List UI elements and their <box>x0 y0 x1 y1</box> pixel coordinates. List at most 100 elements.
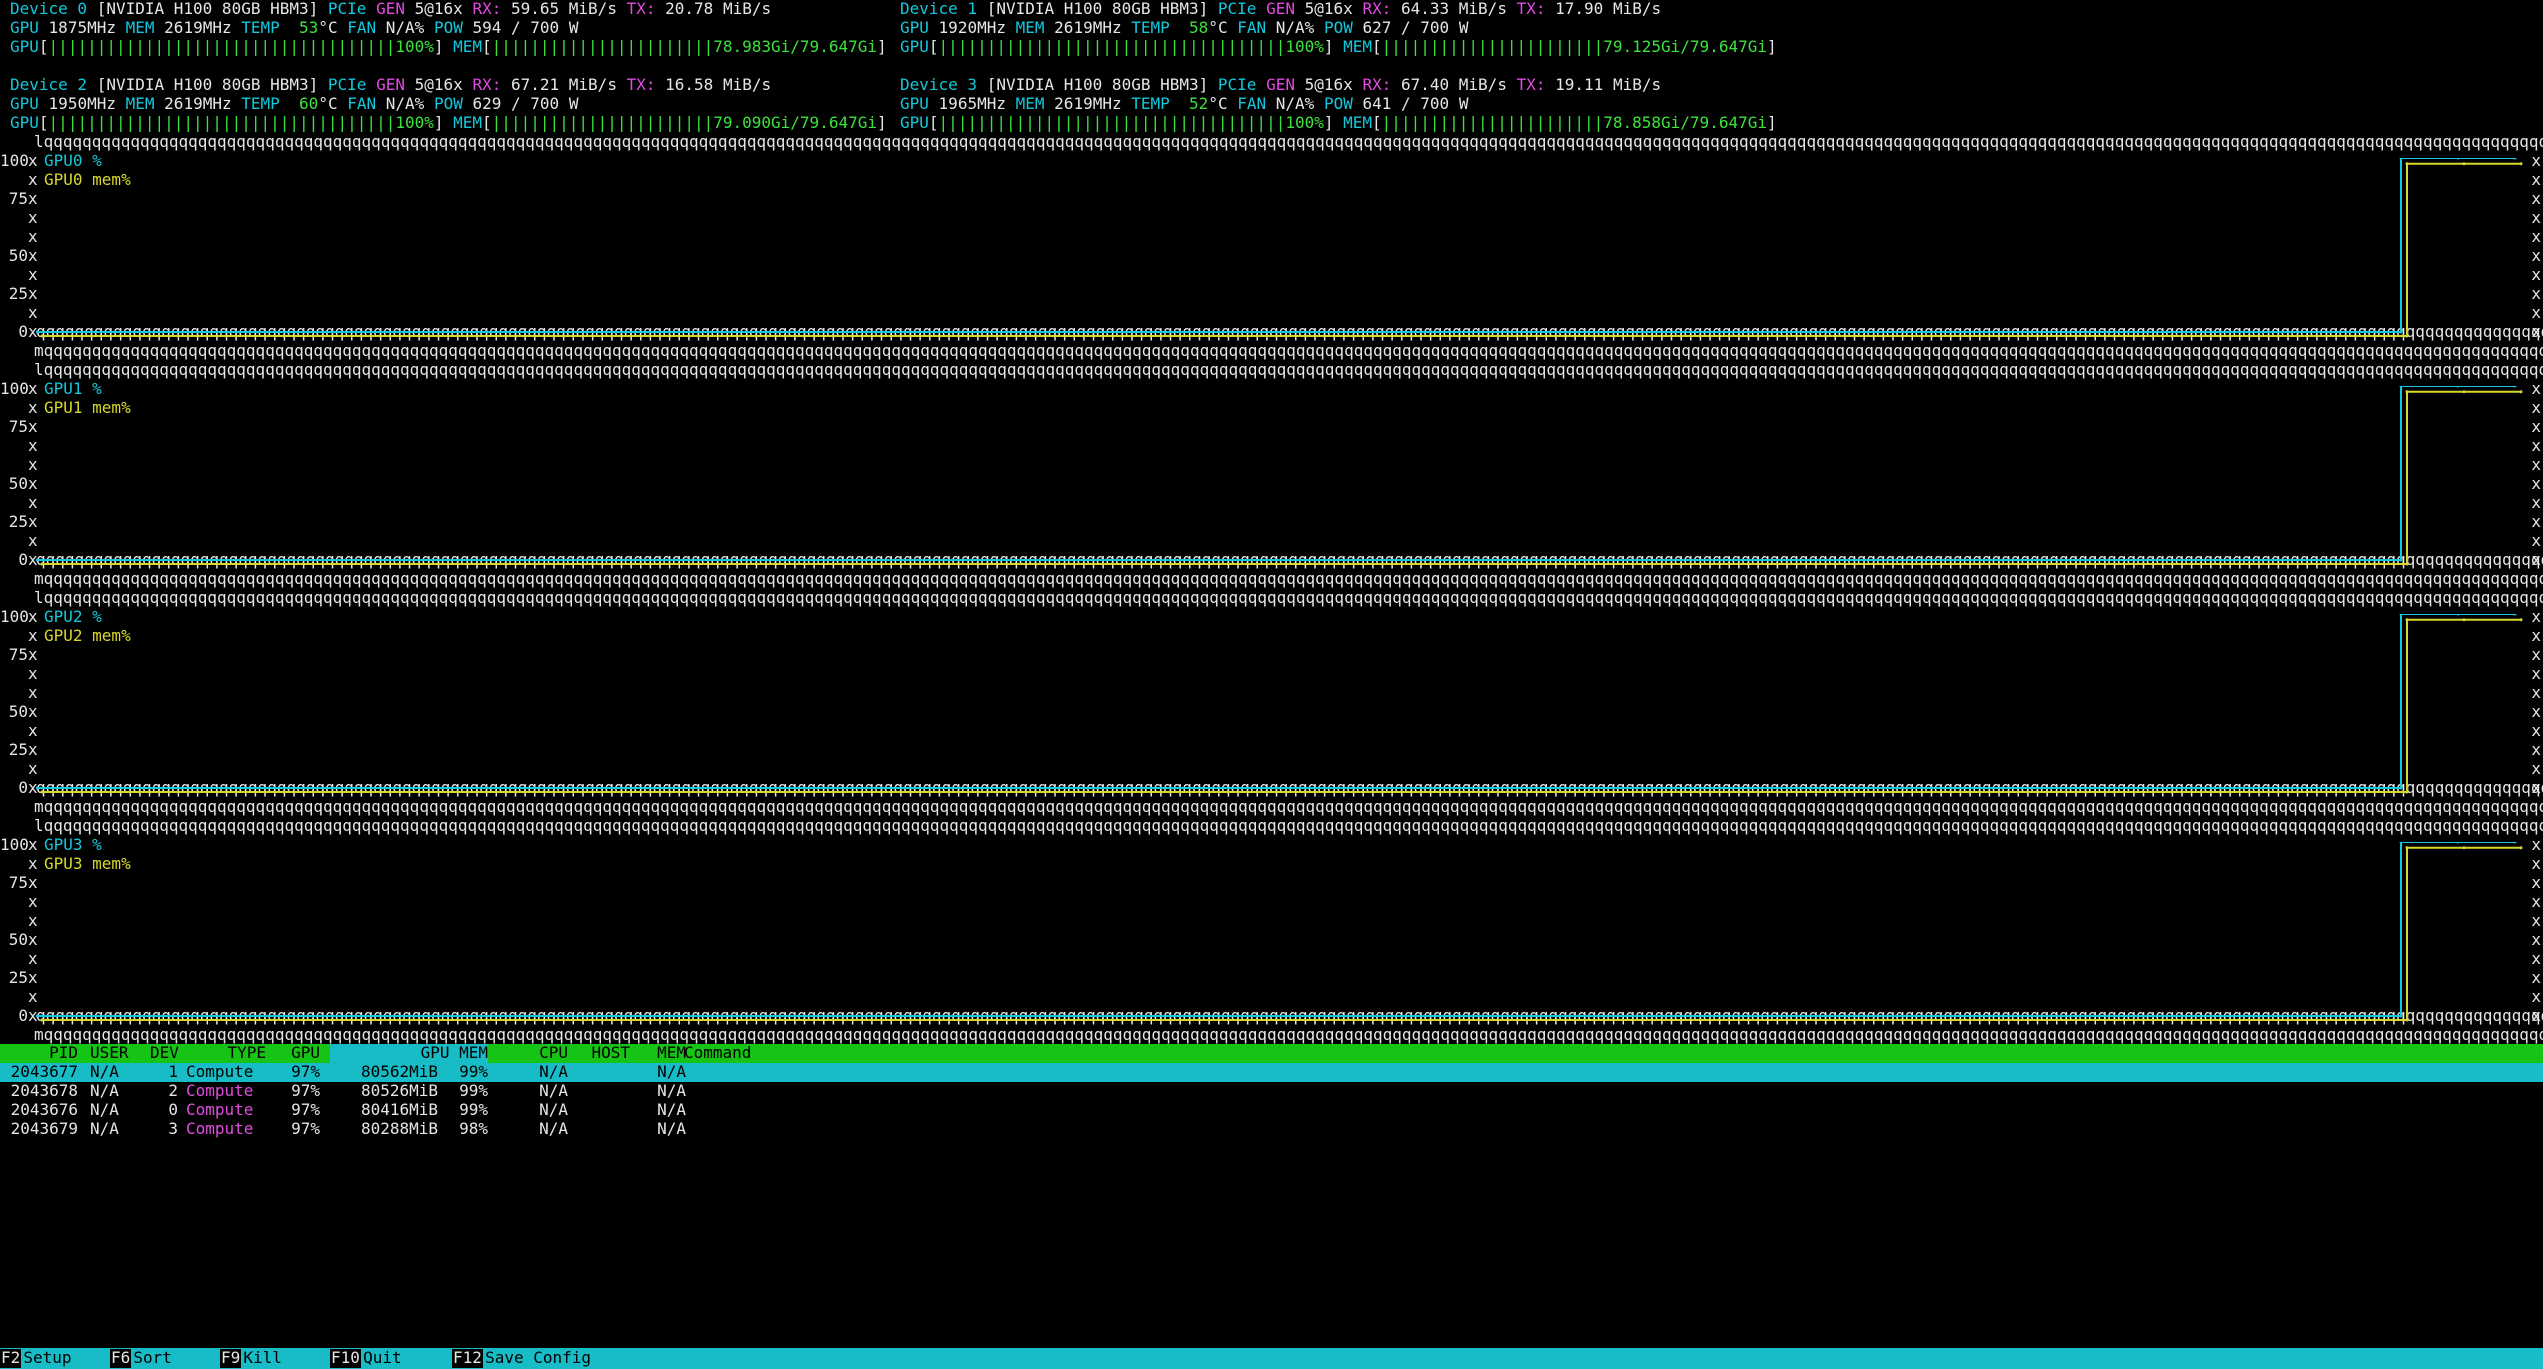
col-gpu-mem[interactable]: GPU MEM <box>330 1043 488 1063</box>
chart-axis-row: 100x <box>0 379 38 399</box>
series-line-mem <box>42 390 2521 565</box>
series-point <box>2405 1018 2409 1022</box>
mem-clock-value: 2619MHz <box>164 18 232 37</box>
chart-axis-row: 0x <box>0 550 37 570</box>
process-row[interactable]: 2043677 N/A 1 Compute 97% 80562MiB 99% N/A N/A <box>0 1062 2543 1082</box>
process-dev: 0 <box>168 1100 178 1119</box>
chart-border-right: x <box>2531 227 2541 246</box>
footer-label-save-config[interactable]: Save Config <box>485 1348 591 1368</box>
series-point <box>2405 790 2409 794</box>
temp-label: TEMP <box>241 18 280 37</box>
mem-usage-bar: |||||||||||||||||||||||78.983Gi/79.647Gi <box>491 37 877 56</box>
col-dev[interactable]: DEV <box>150 1043 179 1063</box>
col-command[interactable]: Command <box>684 1043 784 1063</box>
y-tick-label: 25 <box>8 740 28 759</box>
process-rows: 2043677 N/A 1 Compute 97% 80562MiB 99% N/A N/A 20… <box>0 1062 2543 1139</box>
col-user[interactable]: USER <box>90 1043 138 1063</box>
gpu-clock-label: GPU <box>10 94 39 113</box>
y-tick-label: 75 <box>8 189 28 208</box>
col-host[interactable]: HOST <box>580 1043 630 1063</box>
bracket-open: [ <box>1372 37 1382 56</box>
gpu-chart-0: lqqqqqqqqqqqqqqqqqqqqqqqqqqqqqqqqqqqqqqq… <box>0 133 2543 361</box>
chart-axis-row: x <box>0 626 38 646</box>
pow-value: 627 / 700 W <box>1362 18 1469 37</box>
chart-axis-row: x <box>0 683 38 703</box>
pcie-gen-value: 5@16x <box>414 75 463 94</box>
temp-value: 58 <box>1189 18 1209 37</box>
process-table[interactable]: PID USER DEV TYPE GPU GPU MEM CPU HOST M… <box>0 1043 2543 1139</box>
process-pid: 2043678 <box>10 1081 78 1100</box>
mem-usage-bar: |||||||||||||||||||||||79.125Gi/79.647Gi <box>1381 37 1767 56</box>
col-gpu[interactable]: GPU <box>280 1043 320 1063</box>
series-point <box>2456 614 2460 616</box>
y-tick-label: 25 <box>8 284 28 303</box>
device-row-bars: GPU[||||||||||||||||||||||||||||||||||||… <box>900 113 1780 133</box>
chart-axis-row: 0x <box>0 322 37 342</box>
gpu-clock-value: 1875MHz <box>48 18 116 37</box>
y-tick-label: 0 <box>18 550 28 569</box>
series-line-util <box>36 158 2515 333</box>
mem-usage-bar: |||||||||||||||||||||||78.858Gi/79.647Gi <box>1381 113 1767 132</box>
y-tick-label: 0 <box>18 1006 28 1025</box>
device-model: [NVIDIA H100 80GB HBM3] <box>986 75 1209 94</box>
footer-key-f2[interactable]: F2 <box>0 1348 22 1368</box>
chart-axis-row: x <box>0 721 38 741</box>
mem-usage-label: MEM <box>453 37 483 56</box>
footer-key-f6[interactable]: F6 <box>110 1348 132 1368</box>
footer-label-kill[interactable]: Kill <box>243 1348 282 1368</box>
chart-border-right: x <box>2531 721 2541 740</box>
bracket-close: ] <box>433 37 454 56</box>
col-type[interactable]: TYPE <box>186 1043 266 1063</box>
pcie-label: PCIe <box>1217 75 1257 94</box>
chart-axis-row: x <box>0 170 38 190</box>
gpu-chart-plot <box>36 386 2523 566</box>
bracket-close: ] <box>433 113 454 132</box>
gpu-clock-value: 1965MHz <box>938 94 1006 113</box>
tx-label: TX: <box>1516 0 1546 18</box>
pow-label: POW <box>1323 18 1353 37</box>
chart-border-right: x <box>2531 170 2541 189</box>
footer-label-sort[interactable]: Sort <box>133 1348 172 1368</box>
temp-value: 53 <box>299 18 319 37</box>
chart-axis-row: x <box>0 911 38 931</box>
col-cpu[interactable]: CPU <box>518 1043 568 1063</box>
series-point <box>2462 390 2466 394</box>
col-pid[interactable]: PID <box>0 1043 78 1063</box>
series-point <box>2405 618 2409 622</box>
chart-border-right: x <box>2531 607 2541 626</box>
footer-label-quit[interactable]: Quit <box>363 1348 402 1368</box>
pcie-gen-value: 5@16x <box>1304 75 1353 94</box>
series-line-mem <box>42 846 2521 1021</box>
chart-border-top: lqqqqqqqqqqqqqqqqqqqqqqqqqqqqqqqqqqqqqqq… <box>34 817 2543 835</box>
bracket-close: ] <box>1323 113 1344 132</box>
chart-axis-row: x <box>0 208 38 228</box>
bracket-open: [ <box>928 113 939 132</box>
footer-key-f12[interactable]: F12 <box>452 1348 483 1368</box>
series-line-util <box>36 386 2515 561</box>
series-point <box>40 790 44 794</box>
process-row[interactable]: 2043678 N/A 2 Compute 97% 80526MiB 99% N/A N/A <box>0 1081 2543 1101</box>
mem-usage-label: MEM <box>453 113 483 132</box>
nvtop-screen: Device 0 [NVIDIA H100 80GB HBM3] PCIe GE… <box>0 0 2543 1369</box>
y-tick-label: 50 <box>8 702 28 721</box>
y-tick-label: 25 <box>8 512 28 531</box>
y-tick-label: 50 <box>8 474 28 493</box>
device-block-0: Device 0 [NVIDIA H100 80GB HBM3] PCIe GE… <box>10 0 890 57</box>
series-line-util <box>36 842 2515 1017</box>
process-row[interactable]: 2043679 N/A 3 Compute 97% 80288MiB 98% N/A N/A <box>0 1119 2543 1139</box>
process-table-header[interactable]: PID USER DEV TYPE GPU GPU MEM CPU HOST M… <box>0 1043 2543 1063</box>
chart-border-right: x <box>2531 702 2541 721</box>
series-point <box>2513 386 2517 388</box>
chart-axis-row: x <box>0 987 38 1007</box>
chart-border-right: x <box>2531 493 2541 512</box>
bracket-open: [ <box>38 37 49 56</box>
rx-value: 64.33 MiB/s <box>1400 0 1507 18</box>
chart-border-right: x <box>2531 626 2541 645</box>
device-model: [NVIDIA H100 80GB HBM3] <box>96 75 319 94</box>
footer-key-f10[interactable]: F10 <box>330 1348 361 1368</box>
col-mem[interactable]: MEM <box>636 1043 686 1063</box>
y-tick-label: 100 <box>0 835 29 854</box>
footer-label-setup[interactable]: Setup <box>23 1348 71 1368</box>
process-row[interactable]: 2043676 N/A 0 Compute 97% 80416MiB 99% N/A N/A <box>0 1100 2543 1120</box>
footer-key-f9[interactable]: F9 <box>220 1348 242 1368</box>
